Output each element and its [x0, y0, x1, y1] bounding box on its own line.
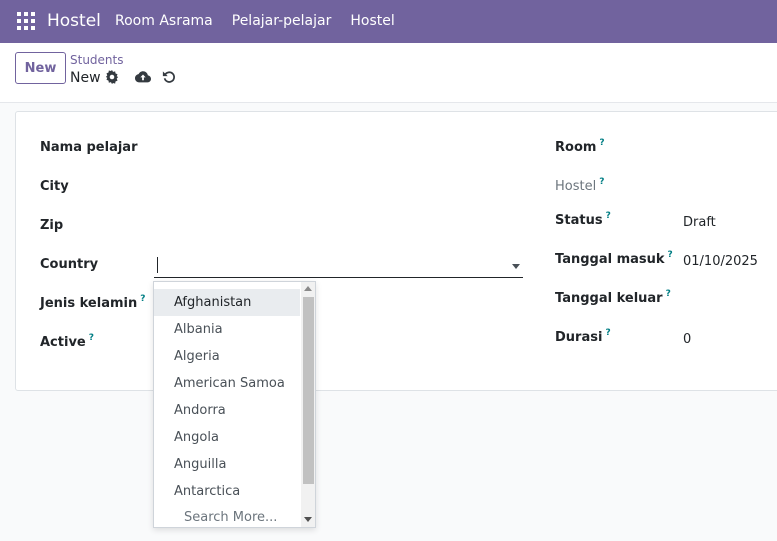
scroll-down-arrow-icon[interactable]	[304, 517, 312, 522]
label-tanggal-masuk: Tanggal masuk?	[555, 250, 673, 267]
apps-grid-icon[interactable]	[17, 12, 35, 30]
menu-pelajar-pelajar[interactable]: Pelajar-pelajar	[232, 13, 332, 29]
help-tooltip-icon[interactable]: ?	[668, 250, 673, 260]
label-text: Hostel	[555, 179, 597, 194]
country-autocomplete-dropdown: Afghanistan Albania Algeria American Sam…	[153, 281, 316, 528]
label-country: Country	[40, 257, 99, 272]
dropdown-option[interactable]: Andorra	[154, 397, 300, 424]
durasi-value: 0	[683, 332, 692, 347]
control-panel: New Students New	[0, 43, 777, 103]
scroll-up-arrow-icon[interactable]	[304, 286, 312, 291]
label-nama-pelajar: Nama pelajar	[40, 140, 138, 155]
main-menu: Room Asrama Pelajar-pelajar Hostel	[115, 13, 414, 29]
caret-down-icon[interactable]	[512, 264, 520, 269]
label-room: Room?	[555, 138, 605, 155]
label-durasi: Durasi?	[555, 328, 611, 345]
search-more-link[interactable]: Search More...	[184, 510, 277, 525]
dropdown-option[interactable]: Angola	[154, 424, 300, 451]
dropdown-option[interactable]: Algeria	[154, 343, 300, 370]
dropdown-option[interactable]: Antarctica	[154, 478, 300, 505]
save-cloud-icon[interactable]	[135, 70, 151, 84]
help-tooltip-icon[interactable]: ?	[666, 289, 671, 299]
tanggal-masuk-value[interactable]: 01/10/2025	[683, 254, 758, 269]
scrollbar-thumb[interactable]	[303, 297, 314, 484]
label-text: Active	[40, 335, 86, 350]
gear-icon[interactable]	[105, 70, 119, 84]
label-text: Durasi	[555, 330, 603, 345]
help-tooltip-icon[interactable]: ?	[140, 294, 145, 304]
label-status: Status?	[555, 211, 611, 228]
help-tooltip-icon[interactable]: ?	[605, 328, 610, 338]
label-text: Jenis kelamin	[40, 296, 138, 311]
new-button[interactable]: New	[15, 52, 66, 84]
text-caret	[157, 257, 158, 273]
status-value: Draft	[683, 215, 716, 230]
label-city: City	[40, 179, 69, 194]
help-tooltip-icon[interactable]: ?	[599, 138, 604, 148]
help-tooltip-icon[interactable]: ?	[606, 211, 611, 221]
label-active: Active?	[40, 333, 94, 350]
dropdown-option[interactable]: American Samoa	[154, 370, 300, 397]
label-text: Tanggal masuk	[555, 252, 665, 267]
label-tanggal-keluar: Tanggal keluar?	[555, 289, 671, 306]
help-tooltip-icon[interactable]: ?	[89, 333, 94, 343]
label-text: Room	[555, 140, 597, 155]
label-text: Status	[555, 213, 603, 228]
breadcrumb-students[interactable]: Students	[70, 53, 124, 67]
country-input[interactable]	[154, 256, 523, 278]
menu-room-asrama[interactable]: Room Asrama	[115, 13, 213, 29]
breadcrumb-current: New	[70, 70, 101, 86]
label-text: Tanggal keluar	[555, 291, 663, 306]
label-jenis-kelamin: Jenis kelamin?	[40, 294, 145, 311]
dropdown-option[interactable]: Afghanistan	[154, 289, 300, 316]
dropdown-option[interactable]: Albania	[154, 316, 300, 343]
label-zip: Zip	[40, 218, 64, 233]
help-tooltip-icon[interactable]: ?	[599, 177, 604, 187]
top-navbar: Hostel Room Asrama Pelajar-pelajar Hoste…	[0, 0, 777, 43]
label-hostel: Hostel?	[555, 177, 604, 194]
dropdown-option[interactable]: Anguilla	[154, 451, 300, 478]
app-brand[interactable]: Hostel	[47, 11, 101, 31]
discard-undo-icon[interactable]	[162, 70, 176, 84]
menu-hostel[interactable]: Hostel	[350, 13, 394, 29]
